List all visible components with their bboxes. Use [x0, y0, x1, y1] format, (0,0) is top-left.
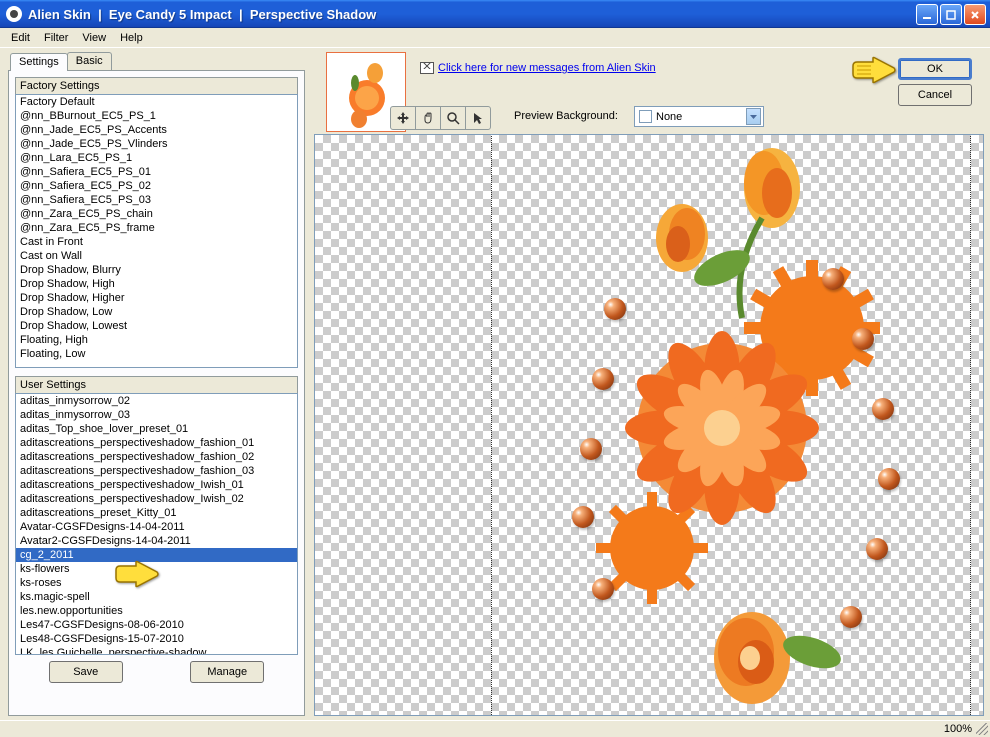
list-item[interactable]: Cast on Wall: [16, 249, 297, 263]
list-item[interactable]: aditascreations_perspectiveshadow_fashio…: [16, 450, 297, 464]
message-link-text[interactable]: Click here for new messages from Alien S…: [438, 62, 656, 74]
menu-help[interactable]: Help: [113, 31, 150, 45]
preview-canvas[interactable]: [314, 134, 984, 716]
bead: [580, 438, 602, 460]
app-icon: [6, 6, 22, 22]
flower-artwork: [492, 134, 972, 716]
main-area: Settings Basic Factory Settings Factory …: [0, 48, 990, 720]
menu-edit[interactable]: Edit: [4, 31, 37, 45]
list-item[interactable]: Cast in Front: [16, 235, 297, 249]
list-item[interactable]: Floating, High: [16, 333, 297, 347]
menu-filter[interactable]: Filter: [37, 31, 75, 45]
list-item[interactable]: les.new.opportunities: [16, 604, 297, 618]
resize-grip[interactable]: [976, 723, 988, 735]
preview-background-label: Preview Background:: [514, 110, 618, 122]
close-button[interactable]: [964, 4, 986, 25]
list-item[interactable]: @nn_Safiera_EC5_PS_01: [16, 165, 297, 179]
bead: [604, 298, 626, 320]
tutorial-pointer-preset: [114, 560, 159, 588]
menubar: Edit Filter View Help: [0, 28, 990, 48]
cancel-button[interactable]: Cancel: [898, 84, 972, 106]
list-item[interactable]: Drop Shadow, Higher: [16, 291, 297, 305]
list-item[interactable]: Drop Shadow, Blurry: [16, 263, 297, 277]
list-item[interactable]: Les47-CGSFDesigns-08-06-2010: [16, 618, 297, 632]
envelope-icon: [420, 62, 434, 74]
list-item[interactable]: Drop Shadow, High: [16, 277, 297, 291]
tutorial-pointer-ok: [851, 56, 896, 84]
list-item[interactable]: Drop Shadow, Lowest: [16, 319, 297, 333]
list-item[interactable]: @nn_Zara_EC5_PS_chain: [16, 207, 297, 221]
save-button[interactable]: Save: [49, 661, 123, 683]
tab-basic[interactable]: Basic: [67, 52, 112, 70]
bead: [866, 538, 888, 560]
preview-toolbar: [390, 106, 491, 130]
tabs: Settings Basic: [10, 52, 111, 70]
bead: [872, 398, 894, 420]
preview-background-value: None: [656, 111, 746, 123]
move-tool-icon[interactable]: [390, 106, 416, 130]
minimize-button[interactable]: [916, 4, 938, 25]
list-item[interactable]: aditascreations_perspectiveshadow_Iwish_…: [16, 492, 297, 506]
bead: [822, 268, 844, 290]
bead: [572, 506, 594, 528]
settings-pane: Factory Settings Factory Default@nn_BBur…: [8, 70, 305, 716]
list-item[interactable]: Factory Default: [16, 95, 297, 109]
list-item[interactable]: @nn_Jade_EC5_PS_Accents: [16, 123, 297, 137]
list-item[interactable]: aditas_inmysorrow_03: [16, 408, 297, 422]
preview-area: Click here for new messages from Alien S…: [314, 52, 984, 716]
list-item[interactable]: @nn_Zara_EC5_PS_frame: [16, 221, 297, 235]
manage-button[interactable]: Manage: [190, 661, 264, 683]
bead: [840, 606, 862, 628]
user-settings-list[interactable]: aditas_inmysorrow_02aditas_inmysorrow_03…: [15, 393, 298, 655]
preview-image-bounds: [491, 134, 971, 716]
chevron-down-icon[interactable]: [746, 108, 761, 125]
bead: [592, 578, 614, 600]
list-item[interactable]: Avatar-CGSFDesigns-14-04-2011: [16, 520, 297, 534]
ok-button[interactable]: OK: [898, 58, 972, 80]
zoom-tool-icon[interactable]: [440, 106, 466, 130]
list-item[interactable]: @nn_Jade_EC5_PS_Vlinders: [16, 137, 297, 151]
list-item[interactable]: aditascreations_perspectiveshadow_fashio…: [16, 464, 297, 478]
window-title: Alien Skin | Eye Candy 5 Impact | Perspe…: [28, 7, 376, 22]
factory-settings-list[interactable]: Factory Default@nn_BBurnout_EC5_PS_1@nn_…: [15, 94, 298, 368]
list-item[interactable]: @nn_Safiera_EC5_PS_02: [16, 179, 297, 193]
list-item[interactable]: ks.magic-spell: [16, 590, 297, 604]
list-item[interactable]: Les48-CGSFDesigns-15-07-2010: [16, 632, 297, 646]
list-item[interactable]: @nn_Lara_EC5_PS_1: [16, 151, 297, 165]
maximize-button[interactable]: [940, 4, 962, 25]
list-item[interactable]: Floating, Low: [16, 347, 297, 361]
list-item[interactable]: aditascreations_perspectiveshadow_Iwish_…: [16, 478, 297, 492]
menu-view[interactable]: View: [75, 31, 113, 45]
list-item[interactable]: LK_les Guichelle_perspective-shadow: [16, 646, 297, 655]
list-item[interactable]: Avatar2-CGSFDesigns-14-04-2011: [16, 534, 297, 548]
hand-tool-icon[interactable]: [415, 106, 441, 130]
bead: [592, 368, 614, 390]
titlebar: Alien Skin | Eye Candy 5 Impact | Perspe…: [0, 0, 990, 28]
list-item[interactable]: aditascreations_perspectiveshadow_fashio…: [16, 436, 297, 450]
pointer-tool-icon[interactable]: [465, 106, 491, 130]
factory-settings-label: Factory Settings: [15, 77, 298, 94]
user-settings-label: User Settings: [15, 376, 298, 393]
status-bar: 100%: [0, 720, 990, 737]
bead: [878, 468, 900, 490]
list-item[interactable]: @nn_BBurnout_EC5_PS_1: [16, 109, 297, 123]
list-item[interactable]: @nn_Safiera_EC5_PS_03: [16, 193, 297, 207]
transparency-swatch-icon: [639, 110, 652, 123]
list-item[interactable]: aditascreations_preset_Kitty_01: [16, 506, 297, 520]
list-item[interactable]: aditas_inmysorrow_02: [16, 394, 297, 408]
alien-skin-message-link[interactable]: Click here for new messages from Alien S…: [420, 62, 656, 74]
list-item[interactable]: aditas_Top_shoe_lover_preset_01: [16, 422, 297, 436]
preview-background-combo[interactable]: None: [634, 106, 764, 127]
zoom-level: 100%: [944, 723, 972, 735]
list-item[interactable]: Drop Shadow, Low: [16, 305, 297, 319]
tab-settings[interactable]: Settings: [10, 53, 68, 71]
bead: [852, 328, 874, 350]
